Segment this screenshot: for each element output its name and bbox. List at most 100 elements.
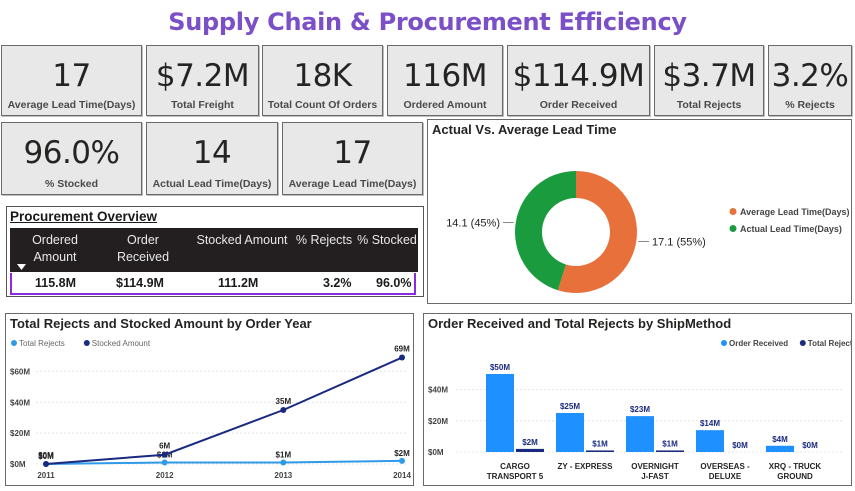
- category-label: TRANSPORT 5: [487, 472, 544, 481]
- legend-label: Total Rejects: [19, 339, 65, 348]
- bar-data-label: $0M: [732, 441, 748, 450]
- bar-chart-panel: Order Received and Total Rejects by Ship…: [423, 313, 852, 486]
- data-point: [161, 451, 168, 458]
- category-label: XRQ - TRUCK: [769, 462, 822, 471]
- bar: [696, 430, 724, 452]
- category-label: DELUXE: [709, 472, 742, 481]
- line-chart: Total Rejects Stocked Amount $0M $20M $40M $6…: [10, 339, 411, 480]
- legend-marker: [11, 340, 17, 346]
- bar-data-label: $1M: [592, 439, 608, 448]
- kpi-label: Average Lead Time(Days): [288, 178, 417, 190]
- data-label: 69M: [394, 345, 410, 354]
- cell-stocked-amount: 111.2M: [218, 276, 259, 290]
- legend-marker: [83, 340, 90, 346]
- data-point: [280, 407, 287, 413]
- kpi-label: % Rejects: [785, 99, 835, 111]
- kpi-card-ordered-amount[interactable]: 116M Ordered Amount: [387, 45, 503, 116]
- bar: [626, 416, 654, 452]
- cell-order-received: $114.9M: [116, 276, 164, 290]
- dashboard-title: Supply Chain & Procurement Efficiency: [168, 8, 687, 36]
- legend-marker: [721, 340, 727, 346]
- bar-data-label: $2M: [522, 438, 538, 447]
- data-label: $0M: [38, 451, 54, 460]
- kpi-label: Order Received: [539, 99, 618, 111]
- kpi-card-total-rejects[interactable]: $3.7M Total Rejects: [654, 45, 764, 116]
- category-label: ZY - EXPRESS: [558, 462, 614, 471]
- kpi-label: Ordered Amount: [403, 99, 487, 111]
- bar-data-label: $1M: [662, 439, 678, 448]
- legend-label: Actual Lead Time(Days): [740, 224, 842, 234]
- bar-chart: Order Received Total Rejects $0M $20M $40M $5…: [428, 339, 851, 481]
- category-label: OVERSEAS -: [700, 462, 750, 471]
- data-label: $1M: [276, 450, 292, 459]
- data-point: [399, 457, 405, 464]
- bar: [586, 450, 614, 452]
- data-point: [399, 354, 405, 361]
- bar-data-label: $14M: [700, 419, 720, 428]
- data-point: [43, 461, 49, 467]
- bar: [556, 413, 584, 452]
- kpi-card-average-lead-time-2[interactable]: 17 Average Lead Time(Days): [282, 122, 423, 195]
- line-chart-title: Total Rejects and Stocked Amount by Orde…: [10, 316, 312, 331]
- legend-label: Total Rejects: [808, 339, 851, 348]
- y-tick-label: $20M: [10, 429, 30, 438]
- sort-down-icon[interactable]: [17, 264, 26, 270]
- header-order-received[interactable]: Order Received: [103, 232, 183, 266]
- kpi-label: Total Rejects: [676, 99, 742, 111]
- kpi-card-order-received[interactable]: $114.9M Order Received: [507, 45, 650, 116]
- kpi-card-pct-stocked[interactable]: 96.0% % Stocked: [1, 122, 142, 195]
- kpi-label: Average Lead Time(Days): [7, 99, 136, 111]
- donut-data-label: 17.1 (55%): [652, 236, 706, 248]
- header-line: Received: [116, 250, 170, 264]
- y-tick-label: $20M: [428, 417, 448, 426]
- kpi-label: Total Freight: [171, 99, 234, 111]
- table-row: 115.8M $114.9M 111.2M 3.2% 96.0%: [10, 273, 416, 295]
- y-tick-label: $0M: [428, 448, 444, 457]
- kpi-card-total-orders[interactable]: 18K Total Count Of Orders: [262, 45, 383, 116]
- kpi-label: Actual Lead Time(Days): [152, 178, 272, 190]
- category-label: GROUND: [777, 472, 813, 481]
- kpi-card-average-lead-time[interactable]: 17 Average Lead Time(Days): [1, 45, 142, 116]
- legend-label: Stocked Amount: [92, 339, 151, 348]
- x-tick-label: 2013: [274, 471, 292, 480]
- header-pct-stocked[interactable]: % Stocked: [357, 232, 417, 249]
- procurement-overview-title: Procurement Overview: [10, 209, 158, 224]
- header-line: Amount: [33, 250, 77, 264]
- kpi-card-total-freight[interactable]: $7.2M Total Freight: [146, 45, 259, 116]
- bar: [516, 448, 544, 452]
- kpi-value: 17: [52, 58, 91, 94]
- bar-data-label: $25M: [560, 402, 580, 411]
- kpi-label: % Stocked: [44, 178, 99, 190]
- kpi-value: 14: [192, 135, 232, 171]
- procurement-table-header: Ordered Amount Order Received Stocked Am…: [10, 228, 418, 272]
- x-tick-label: 2012: [156, 471, 174, 480]
- kpi-card-actual-lead-time[interactable]: 14 Actual Lead Time(Days): [146, 122, 278, 195]
- header-stocked-amount[interactable]: Stocked Amount: [192, 232, 292, 249]
- category-label: OVERNIGHT: [631, 462, 679, 471]
- header-line: Ordered: [32, 233, 78, 247]
- category-label: J-FAST: [641, 472, 669, 481]
- donut-chart-panel: Actual Vs. Average Lead Time 17.1 (55%) 1…: [427, 119, 852, 304]
- donut-chart: 17.1 (55%) 14.1 (45%) Average Lead Time(Da…: [446, 171, 850, 293]
- x-tick-label: 2014: [393, 471, 411, 480]
- kpi-value: 96.0%: [23, 135, 120, 171]
- header-ordered-amount[interactable]: Ordered Amount: [14, 232, 96, 266]
- kpi-value: 17: [333, 135, 372, 171]
- bar-data-label: $50M: [490, 363, 510, 372]
- legend-label: Average Lead Time(Days): [740, 207, 850, 217]
- legend-marker: [799, 340, 806, 346]
- line-chart-panel: Total Rejects and Stocked Amount by Orde…: [5, 313, 414, 486]
- legend-marker: [729, 225, 737, 232]
- donut-chart-title: Actual Vs. Average Lead Time: [432, 122, 617, 137]
- bar-chart-title: Order Received and Total Rejects by Ship…: [428, 316, 732, 331]
- legend-label: Order Received: [729, 339, 788, 348]
- data-label: 35M: [276, 397, 292, 406]
- donut-data-label: 14.1 (45%): [446, 218, 500, 230]
- bar-data-label: $23M: [630, 405, 650, 414]
- cell-pct-stocked: 96.0%: [376, 276, 412, 290]
- header-pct-rejects[interactable]: % Rejects: [294, 232, 354, 249]
- bar-data-label: $0M: [802, 441, 818, 450]
- kpi-value: 18K: [293, 58, 352, 94]
- header-line: Order: [127, 233, 159, 247]
- kpi-card-pct-rejects[interactable]: 3.2% % Rejects: [768, 45, 852, 116]
